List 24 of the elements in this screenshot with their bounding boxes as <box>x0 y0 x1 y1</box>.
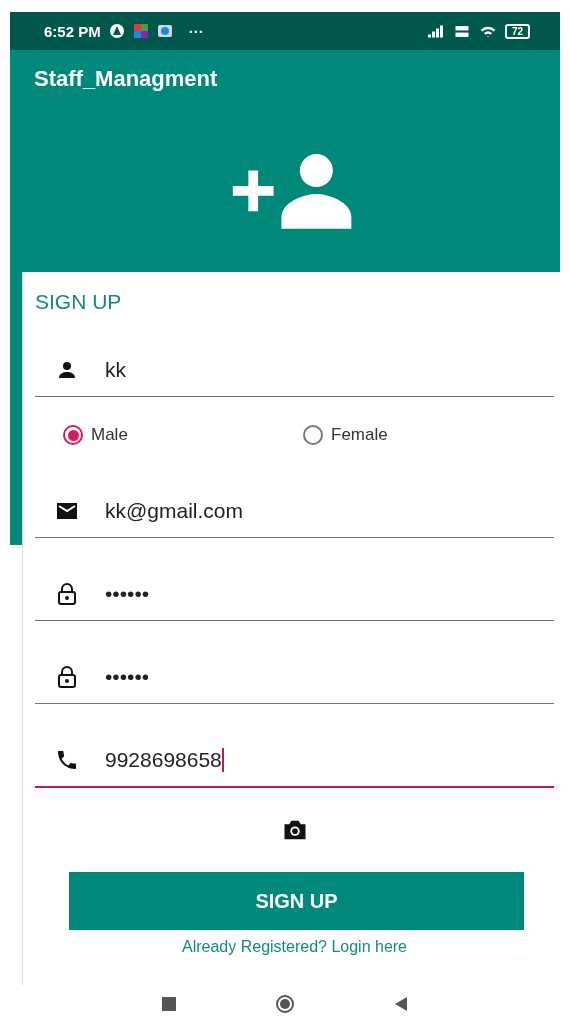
lock-icon <box>55 582 79 606</box>
input-field[interactable]: kk <box>35 344 554 397</box>
app-title: Staff_Managment <box>34 66 218 92</box>
input-field[interactable]: •••••• <box>35 568 554 621</box>
app-icon <box>156 23 173 39</box>
battery-indicator: 72 <box>504 23 530 39</box>
wifi-icon <box>478 24 497 38</box>
status-time: 6:52 PM <box>44 22 101 40</box>
input-field[interactable]: 9928698658 <box>35 734 554 788</box>
home-icon[interactable] <box>275 994 295 1014</box>
recents-icon[interactable] <box>159 994 179 1014</box>
signal-icon <box>426 24 445 38</box>
gender-radio[interactable]: Male <box>63 425 303 445</box>
input-field[interactable]: kk@gmail.com <box>35 485 554 538</box>
sign-up-button[interactable]: SIGN UP <box>69 872 524 930</box>
login-link[interactable]: Already Registered? Login here <box>182 938 407 956</box>
more-notifications: ··· <box>188 22 204 40</box>
gender-radio[interactable]: Female <box>303 425 543 445</box>
notification-icon <box>108 23 125 39</box>
app-icon <box>132 23 149 39</box>
phone-icon <box>55 748 79 772</box>
input-field[interactable]: •••••• <box>35 651 554 704</box>
lock-icon <box>55 665 79 689</box>
form-title: SIGN UP <box>35 290 122 314</box>
